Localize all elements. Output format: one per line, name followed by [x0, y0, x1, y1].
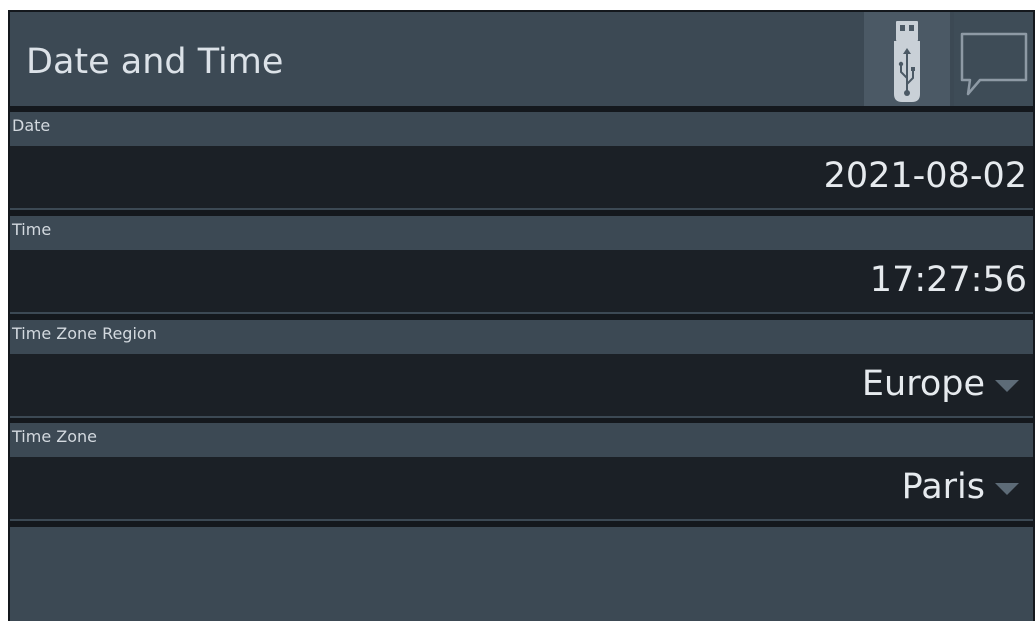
usb-button[interactable]: [864, 12, 950, 106]
date-label: Date: [12, 116, 51, 135]
time-zone-value: Paris: [901, 467, 985, 507]
time-zone-region-field: Time Zone Region Europe: [10, 320, 1033, 418]
date-input[interactable]: 2021-08-02: [10, 146, 1033, 208]
time-zone-label: Time Zone: [12, 427, 97, 446]
footer-panel: [10, 527, 1033, 621]
chevron-down-icon: [995, 380, 1019, 392]
time-zone-region-select[interactable]: Europe: [10, 354, 1033, 416]
date-field: Date 2021-08-02: [10, 112, 1033, 210]
time-input[interactable]: 17:27:56: [10, 250, 1033, 312]
page-title: Date and Time: [26, 42, 284, 82]
time-field: Time 17:27:56: [10, 216, 1033, 314]
time-zone-region-value: Europe: [861, 364, 985, 404]
time-zone-select[interactable]: Paris: [10, 457, 1033, 519]
chevron-down-icon: [995, 483, 1019, 495]
date-time-screen: Date and Time Date 2021-08-02 Time 17:27…: [8, 10, 1035, 621]
time-zone-field: Time Zone Paris: [10, 423, 1033, 521]
message-icon: [960, 32, 1028, 96]
message-button[interactable]: [954, 12, 1033, 106]
time-zone-region-label: Time Zone Region: [12, 324, 157, 343]
time-label: Time: [12, 220, 52, 239]
header-bar: Date and Time: [10, 12, 1033, 106]
usb-drive-icon: [894, 21, 920, 102]
date-value: 2021-08-02: [823, 156, 1027, 196]
time-value: 17:27:56: [869, 260, 1027, 300]
